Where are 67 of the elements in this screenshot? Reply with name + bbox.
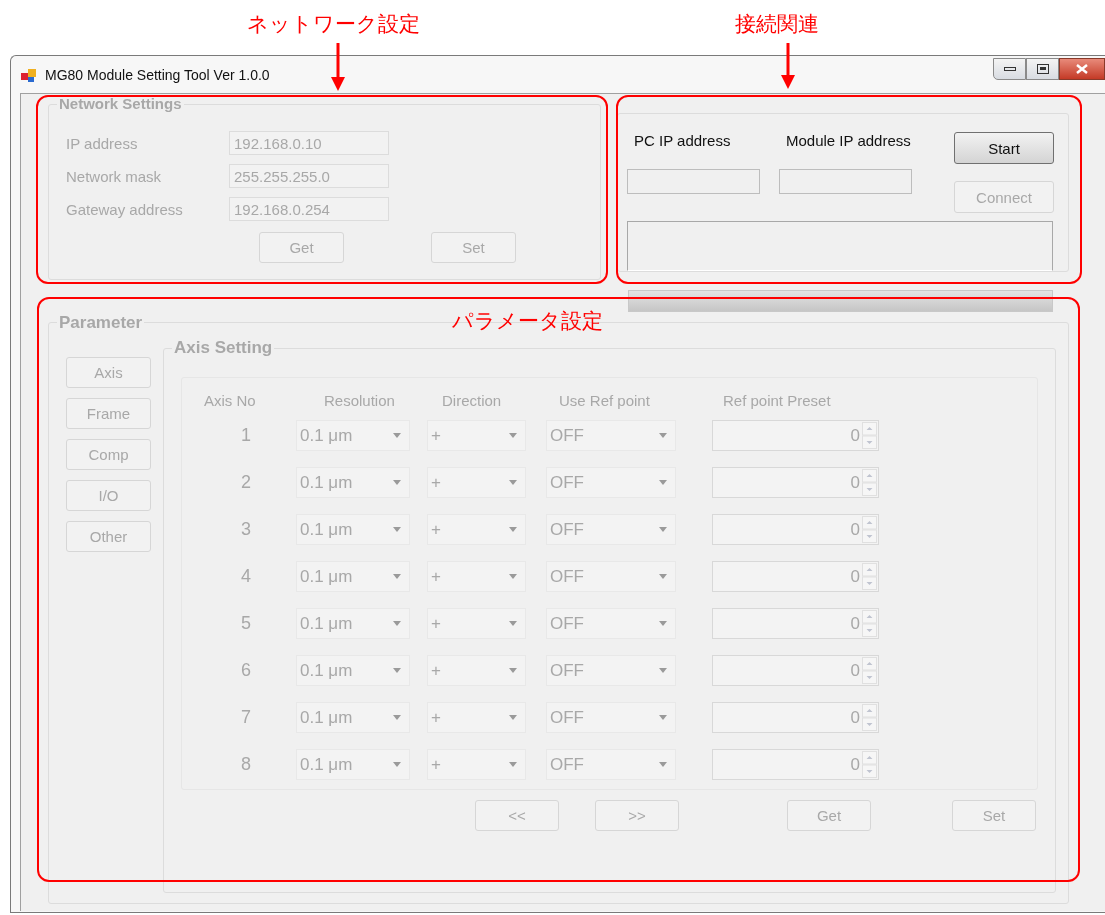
column-header: Use Ref point xyxy=(558,392,651,409)
spin-icon xyxy=(862,704,877,731)
caret-icon xyxy=(393,715,401,720)
spin-icon xyxy=(862,516,877,543)
axis-number: 4 xyxy=(240,566,252,587)
column-header: Axis No xyxy=(204,392,257,409)
close-button[interactable] xyxy=(1059,58,1105,80)
field-label: PC IP address xyxy=(633,132,732,151)
caret-icon xyxy=(509,527,517,532)
caret-icon xyxy=(659,715,667,720)
column-header: Direction xyxy=(441,392,503,409)
spin-icon xyxy=(862,610,877,637)
caret-icon xyxy=(509,762,517,767)
input-field[interactable] xyxy=(627,168,760,194)
axis-number: 1 xyxy=(240,425,252,446)
caret-icon xyxy=(659,527,667,532)
axis-number: 2 xyxy=(240,472,252,493)
axis-number: 5 xyxy=(240,613,252,634)
caret-icon xyxy=(393,621,401,626)
input-field[interactable] xyxy=(779,168,912,194)
minimize-button[interactable] xyxy=(993,58,1026,80)
axis-number: 3 xyxy=(240,519,252,540)
group-title: Axis Setting xyxy=(172,338,275,358)
field-label: Module IP address xyxy=(785,132,912,151)
app-icon xyxy=(21,66,37,83)
window-title: MG80 Module Setting Tool Ver 1.0.0 xyxy=(45,66,270,83)
caret-icon xyxy=(393,762,401,767)
field-label: Network mask xyxy=(66,167,163,185)
caret-icon xyxy=(393,527,401,532)
caret-icon xyxy=(509,574,517,579)
caret-icon xyxy=(659,668,667,673)
axis-number: 8 xyxy=(240,754,252,775)
action-button[interactable]: Start xyxy=(954,132,1054,164)
field-label: IP address xyxy=(66,134,139,152)
spin-icon xyxy=(862,657,877,684)
caret-icon xyxy=(659,480,667,485)
minimize-icon xyxy=(1003,66,1016,72)
caret-icon xyxy=(659,621,667,626)
annotation-label: 接続関連 xyxy=(735,11,819,38)
axis-number: 7 xyxy=(240,707,252,728)
column-header: Resolution xyxy=(323,392,396,409)
caret-icon xyxy=(509,621,517,626)
caret-icon xyxy=(393,668,401,673)
annotation-arrow xyxy=(781,43,795,89)
caret-icon xyxy=(659,762,667,767)
annotation-label: パラメータ設定 xyxy=(452,308,603,335)
caret-icon xyxy=(393,574,401,579)
axis-number: 6 xyxy=(240,660,252,681)
maximize-icon xyxy=(1036,64,1049,74)
spin-icon xyxy=(862,751,877,778)
spin-icon xyxy=(862,422,877,449)
spin-icon xyxy=(862,469,877,496)
caret-icon xyxy=(659,574,667,579)
caret-icon xyxy=(659,433,667,438)
caret-icon xyxy=(393,480,401,485)
caret-icon xyxy=(393,433,401,438)
caret-icon xyxy=(509,668,517,673)
maximize-button[interactable] xyxy=(1026,58,1059,80)
annotation-label: ネットワーク設定 xyxy=(247,11,420,38)
spin-icon xyxy=(862,563,877,590)
caret-icon xyxy=(509,480,517,485)
column-header: Ref point Preset xyxy=(722,392,832,409)
field-label: Gateway address xyxy=(66,200,184,218)
annotation-arrow xyxy=(331,43,345,91)
caret-icon xyxy=(509,715,517,720)
close-icon xyxy=(1076,64,1088,74)
caret-icon xyxy=(509,433,517,438)
